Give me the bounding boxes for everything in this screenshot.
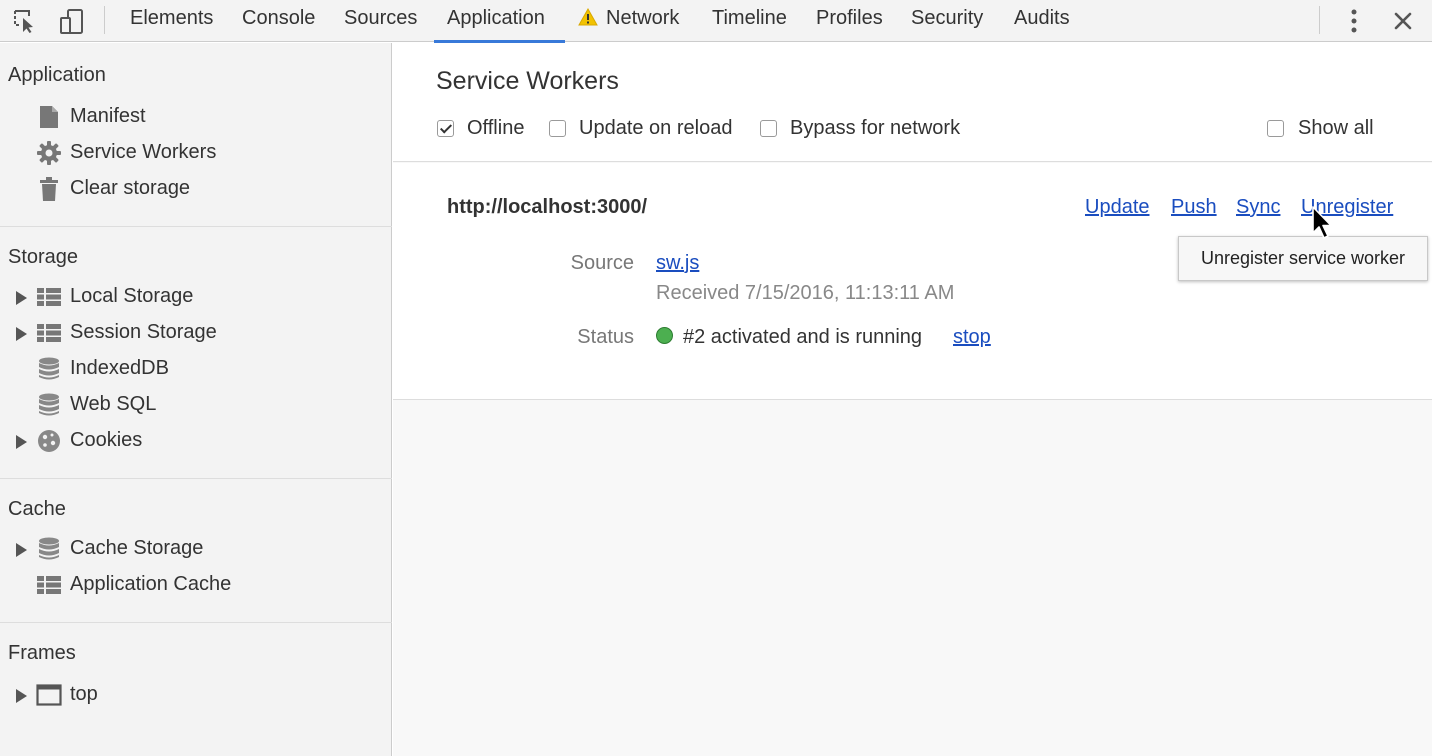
sidebar-item-service-workers[interactable]: Service Workers — [0, 135, 392, 171]
tab-timeline[interactable]: Timeline — [699, 0, 800, 42]
cookie-icon — [36, 428, 62, 454]
page-title: Service Workers — [436, 67, 619, 95]
document-icon — [36, 104, 62, 130]
tab-audits[interactable]: Audits — [1001, 0, 1083, 42]
sidebar-item-manifest[interactable]: Manifest — [0, 99, 392, 135]
sidebar-item-label: Application Cache — [70, 573, 232, 595]
update-on-reload-label[interactable]: Update on reload — [579, 117, 732, 140]
bypass-for-network-checkbox[interactable] — [760, 120, 777, 137]
database-icon — [36, 536, 62, 562]
grid-icon — [36, 284, 62, 310]
sidebar-divider — [0, 226, 392, 227]
sidebar-item-label: Service Workers — [70, 141, 217, 163]
tab-console[interactable]: Console — [229, 0, 328, 42]
tab-elements[interactable]: Elements — [117, 0, 226, 42]
device-mode-icon[interactable] — [56, 0, 88, 42]
toolbar-separator — [104, 6, 105, 34]
sidebar-item-label: top — [70, 683, 98, 705]
sidebar-item-label: Local Storage — [70, 285, 194, 307]
tab-security[interactable]: Security — [898, 0, 996, 42]
status-label: Status — [577, 326, 634, 348]
tab-application[interactable]: Application — [434, 0, 565, 43]
sidebar-item-label: Web SQL — [70, 393, 157, 415]
unregister-tooltip: Unregister service worker — [1178, 236, 1428, 281]
mouse-cursor-icon — [1312, 206, 1332, 239]
tab-profiles[interactable]: Profiles — [803, 0, 896, 42]
grid-icon — [36, 320, 62, 346]
sidebar: Application Manifest Service Workers Cle… — [0, 43, 392, 756]
sidebar-item-label: Clear storage — [70, 177, 191, 199]
sidebar-header-cache: Cache — [8, 498, 66, 520]
sidebar-item-cache-storage[interactable]: Cache Storage — [0, 531, 392, 567]
sidebar-item-label: Cookies — [70, 429, 143, 451]
sync-link[interactable]: Sync — [1236, 196, 1280, 219]
sidebar-divider — [0, 622, 392, 623]
status-text: #2 activated and is running — [683, 326, 923, 348]
sidebar-item-label: IndexedDB — [70, 357, 169, 379]
sidebar-item-label: Manifest — [70, 105, 146, 127]
sidebar-item-label: Session Storage — [70, 321, 217, 343]
tab-network[interactable]: Network — [565, 0, 692, 42]
worker-origin: http://localhost:3000/ — [447, 196, 648, 218]
sidebar-header-frames: Frames — [8, 642, 76, 664]
gear-icon — [36, 140, 62, 166]
sidebar-item-clear-storage[interactable]: Clear storage — [0, 171, 392, 207]
sidebar-item-local-storage[interactable]: Local Storage — [0, 279, 392, 315]
sidebar-item-top-frame[interactable]: top — [0, 677, 392, 713]
tab-sources[interactable]: Sources — [331, 0, 430, 42]
grid-icon — [36, 572, 62, 598]
inspect-element-icon[interactable] — [10, 0, 40, 42]
show-all-checkbox[interactable] — [1267, 120, 1284, 137]
expand-arrow-icon[interactable] — [16, 291, 27, 305]
sidebar-item-cookies[interactable]: Cookies — [0, 423, 392, 459]
show-all-label[interactable]: Show all — [1298, 117, 1374, 140]
service-workers-header: Service Workers Offline Update on reload… — [393, 43, 1432, 162]
tab-network-label: Network — [606, 7, 680, 29]
offline-label[interactable]: Offline — [467, 117, 524, 140]
offline-checkbox[interactable] — [437, 120, 454, 137]
update-on-reload-checkbox[interactable] — [549, 120, 566, 137]
source-label: Source — [570, 252, 634, 274]
sidebar-header-application: Application — [8, 64, 106, 86]
toolbar-separator — [1319, 6, 1320, 34]
source-file-link[interactable]: sw.js — [656, 252, 699, 275]
expand-arrow-icon[interactable] — [16, 435, 27, 449]
service-worker-entry: http://localhost:3000/ Update Push Sync … — [393, 163, 1432, 400]
main-panel: Service Workers Offline Update on reload… — [393, 43, 1432, 756]
sidebar-header-storage: Storage — [8, 246, 79, 268]
database-icon — [36, 392, 62, 418]
more-options-icon[interactable] — [1340, 0, 1368, 42]
update-link[interactable]: Update — [1085, 196, 1150, 219]
status-indicator-icon — [656, 327, 673, 344]
warning-icon — [578, 8, 598, 26]
expand-arrow-icon[interactable] — [16, 689, 27, 703]
stop-link[interactable]: stop — [953, 326, 991, 349]
received-timestamp: Received 7/15/2016, 11:13:11 AM — [656, 282, 955, 304]
database-icon — [36, 356, 62, 382]
close-icon[interactable] — [1388, 0, 1418, 42]
sidebar-item-application-cache[interactable]: Application Cache — [0, 567, 392, 603]
sidebar-item-web-sql[interactable]: Web SQL — [0, 387, 392, 423]
sidebar-item-session-storage[interactable]: Session Storage — [0, 315, 392, 351]
sidebar-divider — [0, 478, 392, 479]
push-link[interactable]: Push — [1171, 196, 1217, 219]
sidebar-item-label: Cache Storage — [70, 537, 204, 559]
expand-arrow-icon[interactable] — [16, 327, 27, 341]
expand-arrow-icon[interactable] — [16, 543, 27, 557]
frame-icon — [36, 682, 62, 708]
devtools-toolbar: Elements Console Sources Application Net… — [0, 0, 1432, 43]
bypass-for-network-label[interactable]: Bypass for network — [790, 117, 960, 140]
sidebar-item-indexeddb[interactable]: IndexedDB — [0, 351, 392, 387]
trash-icon — [36, 176, 62, 202]
